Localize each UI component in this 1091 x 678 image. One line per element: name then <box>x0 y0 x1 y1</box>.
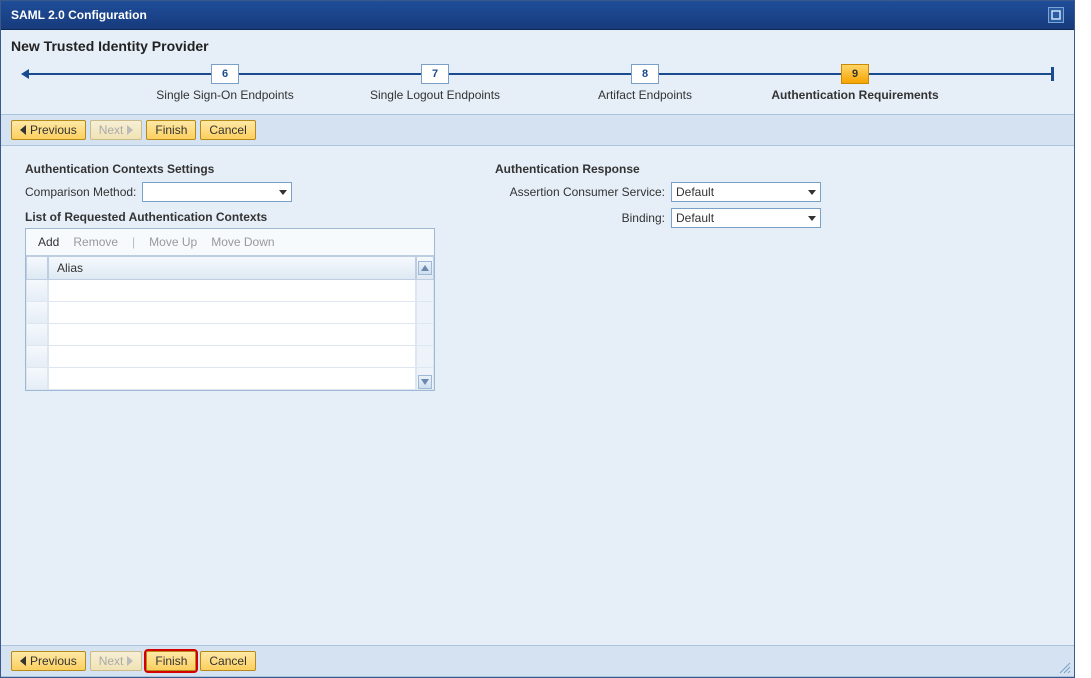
content-area: Authentication Contexts Settings Compari… <box>1 146 1074 645</box>
resize-grip-icon[interactable] <box>1057 660 1071 674</box>
table-row <box>26 346 434 368</box>
table-row <box>26 324 434 346</box>
wizard-step-7-label: Single Logout Endpoints <box>370 88 500 102</box>
chevron-right-icon <box>127 125 133 135</box>
binding-dropdown[interactable]: Default <box>671 208 821 228</box>
table-body <box>26 280 434 390</box>
maximize-icon[interactable] <box>1048 7 1064 23</box>
previous-button-bottom[interactable]: Previous <box>11 651 86 671</box>
table-scroll-up[interactable] <box>416 256 434 280</box>
list-heading: List of Requested Authentication Context… <box>25 210 435 224</box>
wizard-step-6-label: Single Sign-On Endpoints <box>156 88 293 102</box>
table-moveup-button: Move Up <box>149 235 197 249</box>
cancel-button[interactable]: Cancel <box>200 120 255 140</box>
wizard-step-9[interactable]: 9 <box>841 64 869 84</box>
wizard-step-8-label: Artifact Endpoints <box>598 88 692 102</box>
auth-response-section: Authentication Response Assertion Consum… <box>495 162 821 629</box>
next-button-bottom: Next <box>90 651 143 671</box>
table-scroll-down[interactable] <box>416 368 434 390</box>
acs-dropdown[interactable]: Default <box>671 182 821 202</box>
roadmap-end-icon <box>1051 67 1054 81</box>
wizard-step-8[interactable]: 8 <box>631 64 659 84</box>
config-window: SAML 2.0 Configuration New Trusted Ident… <box>0 0 1075 678</box>
wizard-step-6[interactable]: 6 <box>211 64 239 84</box>
auth-contexts-table: Add Remove | Move Up Move Down Alias <box>25 228 435 391</box>
table-row <box>26 302 434 324</box>
acs-label: Assertion Consumer Service: <box>495 185 665 199</box>
chevron-left-icon <box>20 656 26 666</box>
roadmap-start-icon <box>21 69 29 79</box>
auth-contexts-section: Authentication Contexts Settings Compari… <box>25 162 435 629</box>
auth-response-heading: Authentication Response <box>495 162 821 176</box>
chevron-right-icon <box>127 656 133 666</box>
window-title: SAML 2.0 Configuration <box>11 8 147 22</box>
comparison-method-label: Comparison Method: <box>25 185 136 199</box>
next-button: Next <box>90 120 143 140</box>
cancel-button-bottom[interactable]: Cancel <box>200 651 255 671</box>
wizard-step-9-label: Authentication Requirements <box>771 88 938 102</box>
wizard-step-7[interactable]: 7 <box>421 64 449 84</box>
chevron-down-icon <box>808 190 816 195</box>
page-heading: New Trusted Identity Provider <box>1 30 1074 56</box>
auth-contexts-heading: Authentication Contexts Settings <box>25 162 435 176</box>
chevron-down-icon <box>279 190 287 195</box>
toolbar-top: Previous Next Finish Cancel <box>1 114 1074 146</box>
finish-button[interactable]: Finish <box>146 120 196 140</box>
table-alias-header: Alias <box>48 256 416 280</box>
binding-label: Binding: <box>495 211 665 225</box>
acs-value: Default <box>676 185 714 199</box>
chevron-down-icon <box>808 216 816 221</box>
table-remove-button: Remove <box>73 235 118 249</box>
table-row <box>26 368 434 390</box>
finish-button-bottom[interactable]: Finish <box>146 651 196 671</box>
titlebar: SAML 2.0 Configuration <box>1 1 1074 30</box>
table-add-button[interactable]: Add <box>38 235 59 249</box>
previous-button[interactable]: Previous <box>11 120 86 140</box>
wizard-roadmap: 6 Single Sign-On Endpoints 7 Single Logo… <box>1 56 1074 96</box>
comparison-method-dropdown[interactable] <box>142 182 292 202</box>
chevron-left-icon <box>20 125 26 135</box>
table-row <box>26 280 434 302</box>
binding-value: Default <box>676 211 714 225</box>
table-movedown-button: Move Down <box>211 235 274 249</box>
table-select-header <box>26 256 48 280</box>
toolbar-bottom: Previous Next Finish Cancel <box>1 645 1074 677</box>
